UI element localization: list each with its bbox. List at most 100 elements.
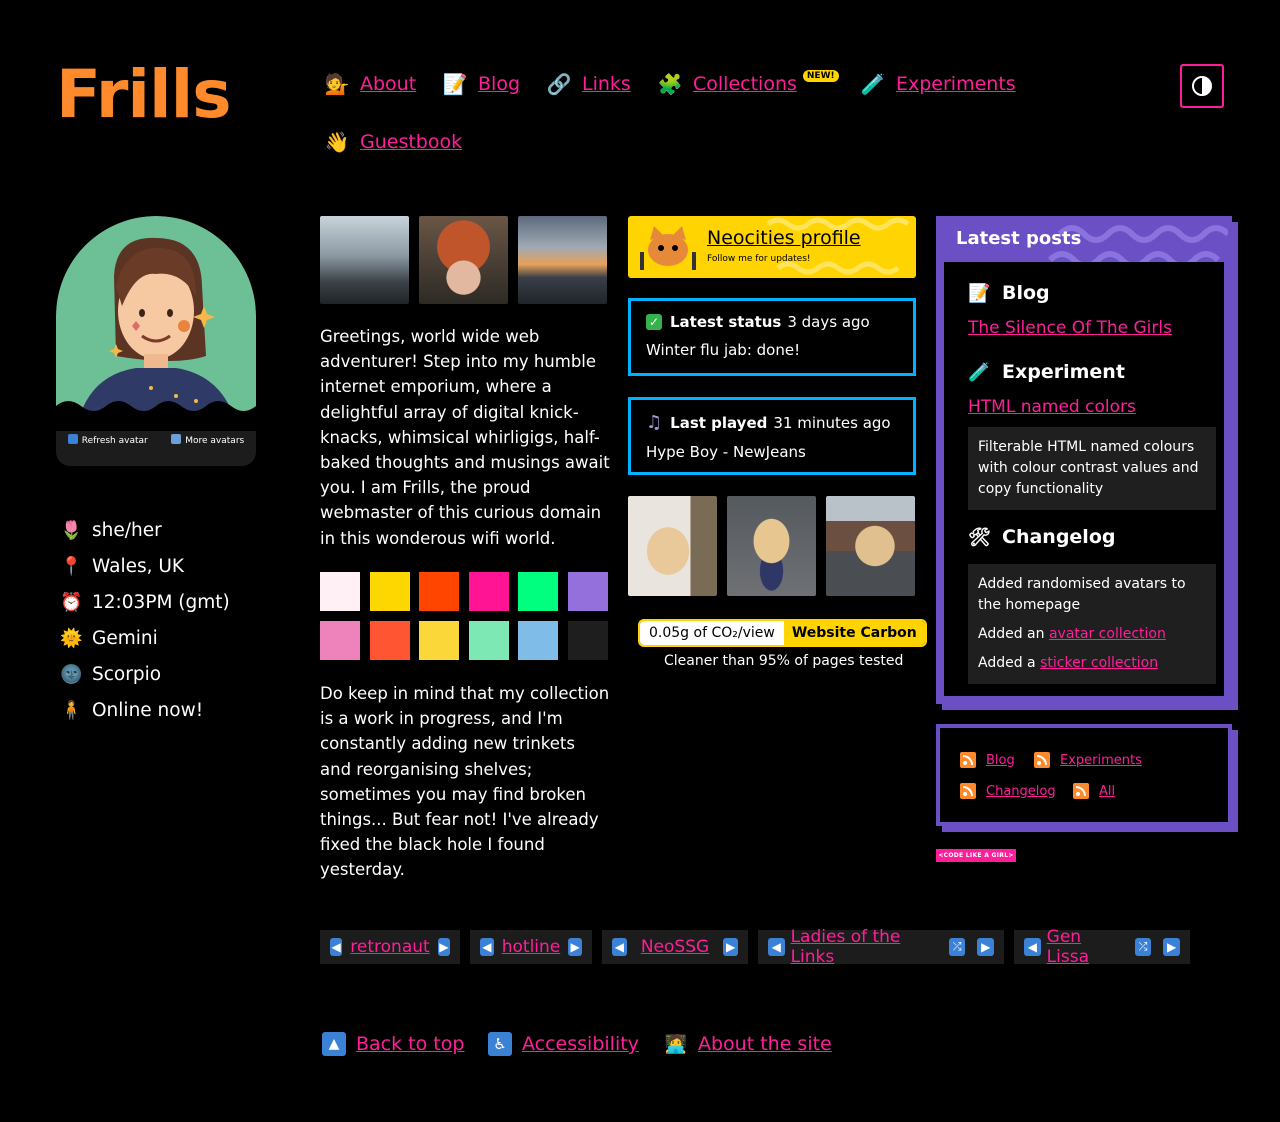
- blog-post-link[interactable]: The Silence Of The Girls: [968, 318, 1172, 338]
- moon-sign-text: Scorpio: [92, 663, 162, 685]
- color-swatch[interactable]: [320, 621, 360, 660]
- nav-collections[interactable]: 🧩 Collections NEW!: [657, 70, 839, 97]
- right-arrow-icon[interactable]: ▶: [723, 938, 738, 956]
- played-time: 31 minutes ago: [773, 413, 891, 432]
- avatar-card: Refresh avatar More avatars: [56, 216, 256, 466]
- webring-neossg-link[interactable]: NeoSSG: [641, 937, 709, 957]
- status-label: Latest status: [670, 313, 782, 331]
- tools-icon: 🛠: [968, 526, 991, 548]
- webring-gen-lissa-link[interactable]: Gen Lissa: [1047, 927, 1123, 967]
- photo-sunset[interactable]: [518, 216, 607, 304]
- nav-blog[interactable]: 📝 Blog: [442, 71, 520, 97]
- feed-blog[interactable]: Blog: [960, 752, 1015, 768]
- sticker-collection-link[interactable]: sticker collection: [1040, 655, 1158, 671]
- color-swatch[interactable]: [518, 572, 559, 611]
- feed-all[interactable]: All: [1073, 783, 1115, 799]
- color-swatch[interactable]: [567, 621, 608, 660]
- nav-links-label[interactable]: Links: [582, 73, 631, 95]
- back-to-top-link[interactable]: Back to top: [356, 1033, 464, 1055]
- left-arrow-icon[interactable]: ◀: [1024, 938, 1041, 956]
- right-arrow-icon[interactable]: ▶: [437, 938, 450, 956]
- nav-experiments[interactable]: 🧪 Experiments: [860, 71, 1016, 97]
- feed-changelog[interactable]: Changelog: [960, 783, 1056, 799]
- photo-strip: [320, 216, 607, 304]
- neocities-title[interactable]: Neocities profile: [707, 227, 861, 249]
- pronouns-text: she/her: [92, 519, 162, 541]
- music-note-icon: ♫: [646, 412, 663, 433]
- experiment-link[interactable]: HTML named colors: [968, 397, 1136, 417]
- webring-hotline-link[interactable]: hotline: [502, 937, 561, 957]
- played-text: Hype Boy - NewJeans: [646, 443, 806, 461]
- color-swatch[interactable]: [320, 572, 360, 611]
- nav-collections-label[interactable]: Collections: [693, 73, 797, 95]
- color-swatch[interactable]: [369, 621, 410, 660]
- technologist-icon: 🧑‍💻: [664, 1033, 688, 1055]
- feed-experiments[interactable]: Experiments: [1034, 752, 1142, 768]
- feed-all-link[interactable]: All: [1099, 784, 1115, 799]
- feed-blog-link[interactable]: Blog: [986, 753, 1015, 768]
- avatar-collection-link[interactable]: avatar collection: [1049, 626, 1166, 642]
- webring-ladies-link[interactable]: Ladies of the Links: [791, 927, 937, 967]
- refresh-avatar-button[interactable]: Refresh avatar: [67, 434, 148, 446]
- footer-accessibility[interactable]: ♿ Accessibility: [488, 1032, 639, 1056]
- theme-toggle-button[interactable]: [1180, 64, 1224, 108]
- right-arrow-icon[interactable]: ▶: [1163, 938, 1180, 956]
- webring-ladies-of-the-links: ◀ Ladies of the Links ⤮ ▶: [758, 927, 1004, 967]
- check-icon: ✓: [646, 314, 662, 330]
- dog-photo-2[interactable]: [727, 496, 816, 596]
- photo-selfie[interactable]: [419, 216, 508, 304]
- latest-posts-header: Latest posts: [940, 220, 1228, 262]
- neocities-banner[interactable]: Neocities profile Follow me for updates!: [628, 216, 916, 278]
- color-swatch[interactable]: [518, 621, 559, 660]
- photo-lake[interactable]: [320, 216, 409, 304]
- dog-photo-3[interactable]: [826, 496, 915, 596]
- changelog-item: Added a sticker collection: [978, 653, 1206, 674]
- nav-about[interactable]: 💁 About: [324, 71, 417, 97]
- new-badge: NEW!: [802, 70, 839, 82]
- right-arrow-icon[interactable]: ▶: [568, 938, 582, 956]
- nav-guestbook[interactable]: 👋 Guestbook: [324, 129, 463, 155]
- site-logo[interactable]: Frills: [56, 62, 232, 128]
- left-arrow-icon[interactable]: ◀: [330, 938, 343, 956]
- nav-links[interactable]: 🔗 Links: [546, 71, 631, 97]
- footer-back-to-top[interactable]: ▲ Back to top: [322, 1032, 464, 1056]
- shuffle-icon[interactable]: ⤮: [1134, 938, 1152, 956]
- code-like-a-girl-badge[interactable]: <CODE LIKE A GIRL>: [936, 849, 1016, 862]
- left-arrow-icon[interactable]: ◀: [480, 938, 494, 956]
- left-arrow-icon[interactable]: ◀: [768, 938, 785, 956]
- feed-experiments-link[interactable]: Experiments: [1060, 753, 1142, 768]
- experiment-desc-text: Filterable HTML named colours with colou…: [978, 439, 1199, 497]
- nav-about-label[interactable]: About: [360, 73, 416, 95]
- dog-photo-1[interactable]: [628, 496, 717, 596]
- more-avatars-button[interactable]: More avatars: [171, 434, 244, 446]
- latest-posts-body: 📝 Blog The Silence Of The Girls 🧪 Experime…: [940, 262, 1228, 700]
- scorpio-moon-icon: 🌚: [60, 663, 83, 685]
- nav-blog-label[interactable]: Blog: [478, 73, 520, 95]
- color-swatch[interactable]: [567, 572, 608, 611]
- changelog-heading: 🛠 Changelog: [968, 526, 1115, 548]
- nav-experiments-label[interactable]: Experiments: [896, 73, 1016, 95]
- shuffle-icon[interactable]: ⤮: [948, 938, 966, 956]
- right-arrow-icon[interactable]: ▶: [977, 938, 995, 956]
- carbon-brand[interactable]: Website Carbon: [783, 621, 925, 645]
- tulip-icon: 🌷: [60, 519, 83, 541]
- avatar-actions: Refresh avatar More avatars: [56, 434, 256, 446]
- feed-changelog-link[interactable]: Changelog: [986, 784, 1056, 799]
- played-label: Last played: [670, 413, 768, 432]
- nav-guestbook-label[interactable]: Guestbook: [360, 131, 462, 153]
- website-carbon-badge[interactable]: 0.05g of CO₂/view Website Carbon: [638, 619, 927, 647]
- color-swatch[interactable]: [468, 621, 509, 660]
- color-swatch[interactable]: [468, 572, 509, 611]
- about-site-link[interactable]: About the site: [698, 1033, 832, 1055]
- blog-heading: 📝 Blog: [968, 282, 1050, 304]
- puzzle-icon: 🧩: [657, 72, 683, 96]
- left-arrow-icon[interactable]: ◀: [612, 938, 627, 956]
- webring-retronaut-link[interactable]: retronaut: [350, 937, 429, 957]
- color-swatch[interactable]: [369, 572, 410, 611]
- wheelchair-icon: ♿: [488, 1032, 512, 1056]
- color-swatch[interactable]: [419, 572, 460, 611]
- avatar-image: [56, 237, 256, 431]
- color-swatch[interactable]: [419, 621, 460, 660]
- footer-about-site[interactable]: 🧑‍💻 About the site: [664, 1032, 832, 1056]
- accessibility-link[interactable]: Accessibility: [522, 1033, 639, 1055]
